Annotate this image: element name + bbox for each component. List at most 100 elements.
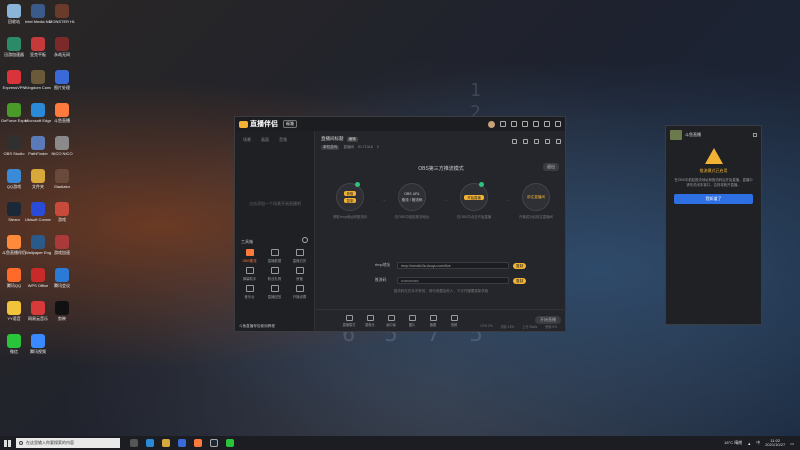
menu-icon[interactable] <box>522 121 528 127</box>
stream-code-field[interactable]: •••••••••••••• <box>397 277 509 284</box>
tab-audio[interactable]: 音频 <box>279 137 287 143</box>
bottom-tool[interactable]: 音频 <box>446 314 462 327</box>
step-action-button[interactable]: 复制 <box>343 198 357 203</box>
desktop-icon[interactable]: 腾讯QQ <box>1 266 27 298</box>
room-category[interactable]: 单机游戏 <box>321 145 340 150</box>
desktop-icon[interactable]: Steam <box>1 200 27 232</box>
start-button[interactable] <box>0 436 14 450</box>
tool-item[interactable]: 直播日历 <box>287 249 312 263</box>
copy-code-button[interactable]: 复制 <box>513 277 527 284</box>
tool-item[interactable]: 房管 <box>287 267 312 281</box>
tool-item[interactable]: 粉丝礼物 <box>262 267 287 281</box>
network-icon[interactable]: ▲ <box>747 441 751 446</box>
copy-rtmp-button[interactable]: 复制 <box>513 262 527 269</box>
douyu-taskbar-icon[interactable] <box>194 439 202 447</box>
app-name: 直播伴侣 <box>250 121 278 128</box>
desktop-icon[interactable]: 亚克平板 <box>25 35 51 67</box>
gift-icon[interactable] <box>523 139 528 144</box>
tool-item[interactable]: 直播数据 <box>262 249 287 263</box>
tool-item[interactable]: 直播回放 <box>262 285 287 299</box>
bottom-tool[interactable]: 直播模式 <box>341 314 357 327</box>
tool-item[interactable]: 弹幕助手 <box>237 267 262 281</box>
user-avatar[interactable] <box>488 120 495 128</box>
rtmp-field[interactable]: rtmp://sendtc3a.douyu.com/live <box>397 262 509 269</box>
room-title[interactable]: 直播间标题 <box>321 136 344 142</box>
desktop-icon[interactable]: Ubisoft Connect <box>25 200 51 232</box>
popup-confirm-button[interactable]: 我知道了 <box>674 194 753 204</box>
desktop-icon[interactable]: NICO NICO <box>49 134 75 166</box>
desktop-icon[interactable]: WPS Office <box>25 266 51 298</box>
grid-icon[interactable] <box>534 139 539 144</box>
steam-taskbar-icon[interactable] <box>210 439 218 447</box>
desktop-icon[interactable]: PathFinder <box>25 134 51 166</box>
tool-item[interactable]: OBS推流 <box>237 249 262 263</box>
start-live-button[interactable]: 开始直播 <box>535 316 561 324</box>
desktop-icon[interactable]: ExpressVPN <box>1 68 27 100</box>
desktop-icon[interactable]: MONSTER HUNTER <box>49 2 75 34</box>
task-view-icon[interactable] <box>130 439 138 447</box>
desktop-icon[interactable]: 文件夹 <box>25 167 51 199</box>
desktop-icon[interactable]: Kingdom Come <box>25 68 51 100</box>
tool-item[interactable]: 开播设置 <box>287 285 312 299</box>
bottom-tool[interactable]: 摄像头 <box>362 314 378 327</box>
desktop-icon[interactable]: 微信 <box>1 332 27 364</box>
lock-icon[interactable] <box>512 139 517 144</box>
desktop-icon[interactable]: 腾讯会议 <box>49 266 75 298</box>
store-icon[interactable] <box>178 439 186 447</box>
desktop-icon-label: 剪映 <box>58 316 66 321</box>
notification-icon[interactable]: ▭ <box>790 441 794 446</box>
clock[interactable]: 11:02 2021/10/27 <box>765 438 785 448</box>
wechat-taskbar-icon[interactable] <box>226 439 234 447</box>
settings-icon[interactable] <box>545 139 550 144</box>
desktop-icon[interactable]: 斗鱼直播 <box>49 101 75 133</box>
app-icon <box>55 4 69 18</box>
share-icon[interactable] <box>556 139 561 144</box>
toolbox-settings-icon[interactable] <box>302 237 308 243</box>
step-action-button[interactable]: 开始直播 <box>464 194 484 200</box>
desktop-icon[interactable]: 回收站 <box>1 2 27 34</box>
desktop-icon[interactable]: 图片处理 <box>49 68 75 100</box>
tab-picture[interactable]: 画面 <box>261 137 269 143</box>
version-badge[interactable]: 标准 <box>283 120 297 128</box>
app-icon <box>55 136 69 150</box>
desktop-icon[interactable]: 迅游加速器 <box>1 35 27 67</box>
tool-item[interactable]: 音乐台 <box>237 285 262 299</box>
ime-indicator[interactable]: 中 <box>756 440 760 446</box>
weather-widget[interactable]: 18°C 晴朗 <box>724 440 742 446</box>
desktop-icon[interactable]: 腾讯视频 <box>25 332 51 364</box>
app-title-bar: 直播伴侣 标准 <box>235 117 565 131</box>
exit-mode-button[interactable]: 退出 <box>543 163 559 171</box>
desktop-icon[interactable]: 游戏 <box>49 200 75 232</box>
bottom-tool-icon <box>429 314 437 321</box>
edit-tag[interactable]: 编辑 <box>346 136 358 142</box>
desktop-icon[interactable]: 游戏加速 <box>49 233 75 265</box>
desktop-icon[interactable]: 永劫无间 <box>49 35 75 67</box>
close-icon[interactable] <box>555 121 561 127</box>
desktop-icon[interactable]: 斗鱼直播伴侣 <box>1 233 27 265</box>
app-icon <box>55 301 69 315</box>
skin-icon[interactable] <box>511 121 517 127</box>
minimize-icon[interactable] <box>533 121 539 127</box>
bottom-tool[interactable]: 画中画 <box>383 314 399 327</box>
desktop-icon[interactable]: OBS Studio <box>1 134 27 166</box>
desktop-icon[interactable]: Intel Media NCenter <box>25 2 51 34</box>
tab-scene[interactable]: 场景 <box>243 137 251 143</box>
desktop-icon[interactable]: Wallpaper Engine <box>25 233 51 265</box>
tutorial-link[interactable]: 斗鱼直播伴侣使用教程 <box>239 324 275 329</box>
desktop-icon[interactable]: YY语音 <box>1 299 27 331</box>
edge-icon[interactable] <box>146 439 154 447</box>
desktop-icon[interactable]: Gladiator <box>49 167 75 199</box>
popup-close-icon[interactable] <box>753 133 757 137</box>
desktop-icon[interactable]: Microsoft Edge <box>25 101 51 133</box>
step-action-button[interactable]: 获取 <box>343 191 357 196</box>
bottom-tool[interactable]: 截图 <box>425 314 441 327</box>
mail-icon[interactable] <box>500 121 506 127</box>
desktop-icon[interactable]: QQ游戏 <box>1 167 27 199</box>
desktop-icon[interactable]: 剪映 <box>49 299 75 331</box>
bottom-tool[interactable]: 图片 <box>404 314 420 327</box>
desktop-icon[interactable]: 网易云音乐 <box>25 299 51 331</box>
maximize-icon[interactable] <box>544 121 550 127</box>
explorer-icon[interactable] <box>162 439 170 447</box>
desktop-icon[interactable]: GeForce Experience <box>1 101 27 133</box>
taskbar-search[interactable]: 在这里输入你要搜索的内容 <box>16 438 120 448</box>
